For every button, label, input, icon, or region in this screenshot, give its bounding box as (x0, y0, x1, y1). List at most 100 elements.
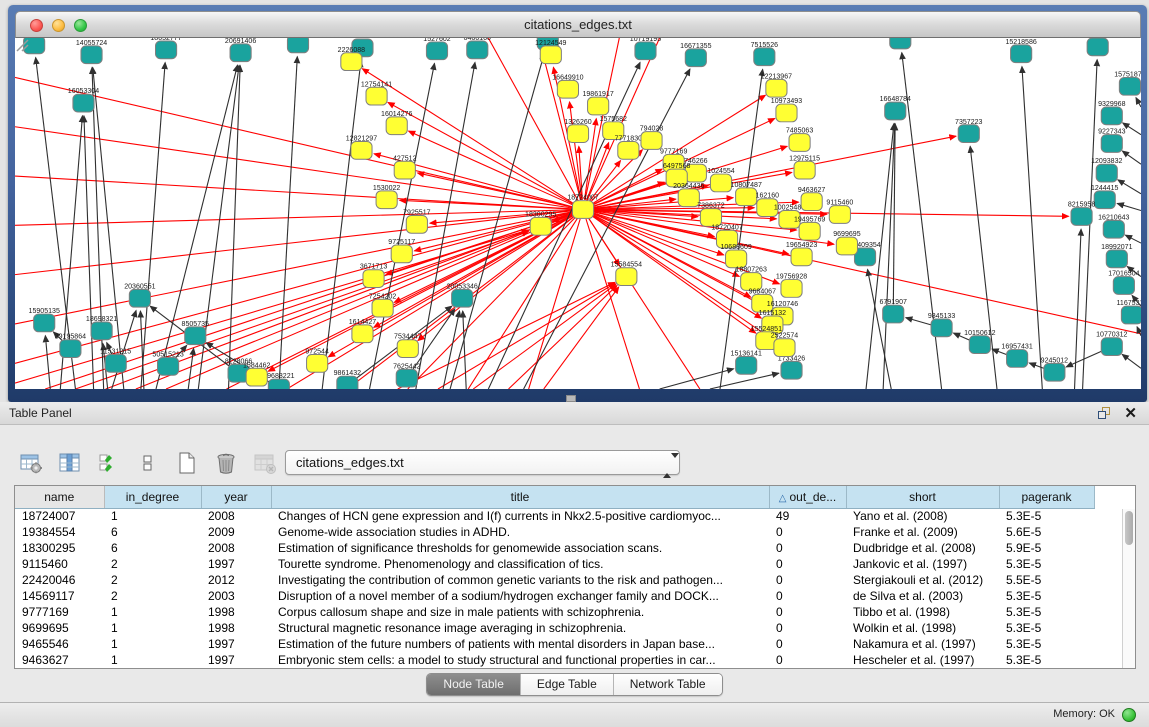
table-cell[interactable]: 6 (104, 524, 201, 540)
table-cell[interactable]: 0 (769, 604, 846, 620)
float-panel-icon[interactable] (1098, 407, 1111, 420)
table-cell[interactable]: 0 (769, 524, 846, 540)
table-cell[interactable]: 9463627 (15, 652, 104, 668)
select-all-button[interactable] (96, 450, 122, 476)
table-cell[interactable]: 5.3E-5 (999, 508, 1094, 524)
delete-table-button-disabled[interactable] (252, 450, 278, 476)
table-cell[interactable]: 5.9E-5 (999, 540, 1094, 556)
table-cell[interactable]: 1997 (201, 652, 271, 668)
table-cell[interactable]: 2003 (201, 588, 271, 604)
table-cell[interactable]: 0 (769, 540, 846, 556)
table-cell[interactable]: 5.3E-5 (999, 588, 1094, 604)
table-row[interactable]: 2242004622012Investigating the contribut… (15, 572, 1125, 588)
table-cell[interactable]: 5.3E-5 (999, 636, 1094, 652)
table-cell[interactable]: 5.5E-5 (999, 572, 1094, 588)
table-row[interactable]: 1830029562008Estimation of significance … (15, 540, 1125, 556)
network-canvas[interactable]: 2009140614055724180527772069140619883574… (15, 38, 1141, 389)
table-cell[interactable]: 1 (104, 508, 201, 524)
table-cell[interactable]: 2 (104, 588, 201, 604)
table-cell[interactable]: Estimation of significance thresholds fo… (271, 540, 769, 556)
table-selector-dropdown[interactable]: citations_edges.txt (285, 450, 680, 475)
table-cell[interactable]: Dudbridge et al. (2008) (846, 540, 999, 556)
table-cell[interactable]: 14569117 (15, 588, 104, 604)
tab-network-table[interactable]: Network Table (614, 674, 722, 695)
table-cell[interactable]: 2 (104, 556, 201, 572)
table-cell[interactable]: Investigating the contribution of common… (271, 572, 769, 588)
table-cell[interactable]: 0 (769, 652, 846, 668)
table-cell[interactable]: 49 (769, 508, 846, 524)
table-cell[interactable]: 6 (104, 540, 201, 556)
table-cell[interactable]: 5.3E-5 (999, 556, 1094, 572)
table-settings-button[interactable] (18, 450, 44, 476)
column-header-name[interactable]: name (15, 486, 104, 508)
table-cell[interactable]: Franke et al. (2009) (846, 524, 999, 540)
table-cell[interactable]: Changes of HCN gene expression and I(f) … (271, 508, 769, 524)
table-cell[interactable]: 2012 (201, 572, 271, 588)
table-cell[interactable]: de Silva et al. (2003) (846, 588, 999, 604)
table-row[interactable]: 969969511998Structural magnetic resonanc… (15, 620, 1125, 636)
table-row[interactable]: 946554611997Estimation of the future num… (15, 636, 1125, 652)
table-cell[interactable]: 0 (769, 556, 846, 572)
table-cell[interactable]: 18300295 (15, 540, 104, 556)
table-cell[interactable]: 1998 (201, 620, 271, 636)
table-cell[interactable]: Tourette syndrome. Phenomenology and cla… (271, 556, 769, 572)
table-cell[interactable]: Disruption of a novel member of a sodium… (271, 588, 769, 604)
scrollbar-thumb[interactable] (1125, 511, 1133, 545)
table-cell[interactable]: Stergiakouli et al. (2012) (846, 572, 999, 588)
resize-grip-icon[interactable] (15, 38, 1139, 387)
splitter-handle[interactable] (566, 395, 576, 402)
tab-node-table[interactable]: Node Table (427, 674, 521, 695)
table-cell[interactable]: 2008 (201, 508, 271, 524)
table-cell[interactable]: Tibbo et al. (1998) (846, 604, 999, 620)
table-cell[interactable]: 9777169 (15, 604, 104, 620)
table-cell[interactable]: 1997 (201, 556, 271, 572)
table-cell[interactable]: 1997 (201, 636, 271, 652)
table-cell[interactable]: 9465546 (15, 636, 104, 652)
table-cell[interactable]: 1 (104, 652, 201, 668)
table-row[interactable]: 977716911998Corpus callosum shape and si… (15, 604, 1125, 620)
column-header-short[interactable]: short (846, 486, 999, 508)
column-header-year[interactable]: year (201, 486, 271, 508)
row-options-button[interactable] (135, 450, 161, 476)
table-row[interactable]: 946362711997Embryonic stem cells: a mode… (15, 652, 1125, 668)
table-cell[interactable]: 0 (769, 620, 846, 636)
table-cell[interactable]: 5.6E-5 (999, 524, 1094, 540)
table-cell[interactable]: 5.3E-5 (999, 620, 1094, 636)
table-cell[interactable]: 2008 (201, 540, 271, 556)
table-row[interactable]: 1872400712008Changes of HCN gene express… (15, 508, 1125, 524)
table-cell[interactable]: 5.3E-5 (999, 652, 1094, 668)
table-cell[interactable]: 19384554 (15, 524, 104, 540)
close-panel-icon[interactable]: ✕ (1124, 404, 1137, 422)
table-cell[interactable]: 1 (104, 604, 201, 620)
table-cell[interactable]: Embryonic stem cells: a model to study s… (271, 652, 769, 668)
table-cell[interactable]: 9699695 (15, 620, 104, 636)
column-header-in_degree[interactable]: in_degree (104, 486, 201, 508)
table-cell[interactable]: Jankovic et al. (1997) (846, 556, 999, 572)
window-titlebar[interactable]: citations_edges.txt (15, 11, 1141, 38)
table-cell[interactable]: 9115460 (15, 556, 104, 572)
table-cell[interactable]: Structural magnetic resonance image aver… (271, 620, 769, 636)
table-cell[interactable]: 18724007 (15, 508, 104, 524)
tab-edge-table[interactable]: Edge Table (521, 674, 614, 695)
table-cell[interactable]: 2 (104, 572, 201, 588)
table-row[interactable]: 1938455462009Genome-wide association stu… (15, 524, 1125, 540)
table-cell[interactable]: 22420046 (15, 572, 104, 588)
table-cell[interactable]: Estimation of the future numbers of pati… (271, 636, 769, 652)
table-cell[interactable]: Yano et al. (2008) (846, 508, 999, 524)
table-cell[interactable]: 1 (104, 636, 201, 652)
table-cell[interactable]: Wolkin et al. (1998) (846, 620, 999, 636)
column-header-pagerank[interactable]: pagerank (999, 486, 1094, 508)
table-cell[interactable]: 0 (769, 636, 846, 652)
new-document-button[interactable] (174, 450, 200, 476)
table-cell[interactable]: Corpus callosum shape and size in male p… (271, 604, 769, 620)
table-cell[interactable]: 2009 (201, 524, 271, 540)
table-cell[interactable]: Nakamura et al. (1997) (846, 636, 999, 652)
show-columns-button[interactable] (57, 450, 83, 476)
table-row[interactable]: 1456911722003Disruption of a novel membe… (15, 588, 1125, 604)
column-header-out_de[interactable]: △out_de... (769, 486, 846, 508)
table-cell[interactable]: Hescheler et al. (1997) (846, 652, 999, 668)
vertical-scrollbar[interactable] (1122, 509, 1135, 668)
table-row[interactable]: 911546021997Tourette syndrome. Phenomeno… (15, 556, 1125, 572)
table-cell[interactable]: 0 (769, 572, 846, 588)
table-cell[interactable]: 1998 (201, 604, 271, 620)
